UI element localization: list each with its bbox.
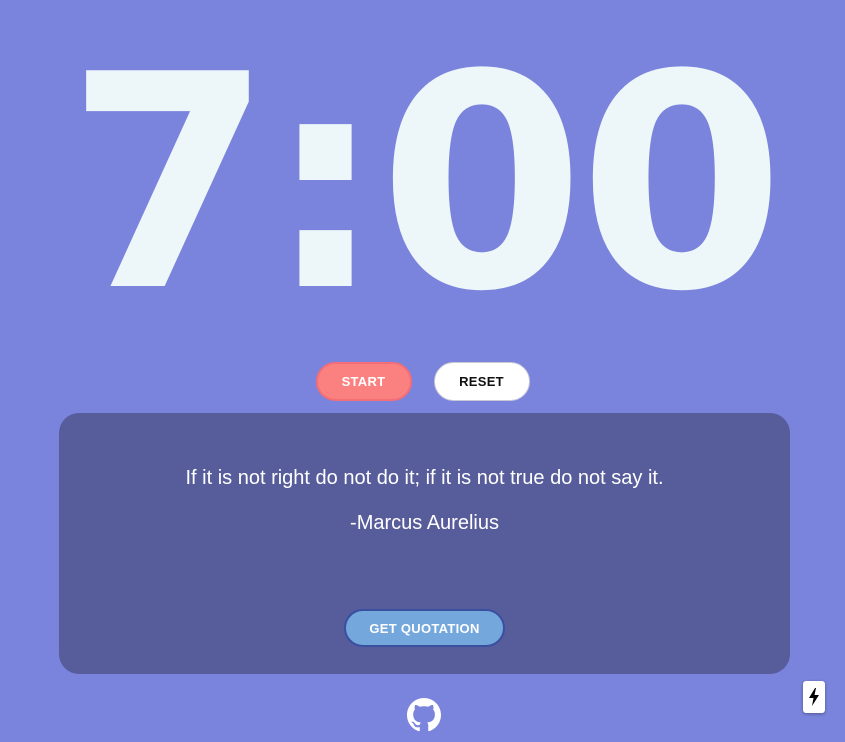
get-quotation-button[interactable]: GET QUOTATION <box>344 609 505 647</box>
quote-author: -Marcus Aurelius <box>350 512 499 534</box>
lightning-badge[interactable] <box>803 681 825 713</box>
lightning-icon <box>809 688 819 706</box>
reset-button[interactable]: RESET <box>433 362 530 401</box>
quote-text: If it is not right do not do it; if it i… <box>185 467 664 489</box>
start-button[interactable]: START <box>315 362 412 401</box>
timer-controls: START RESET <box>0 362 845 401</box>
github-icon[interactable] <box>407 698 441 732</box>
timer-display: 7:00 <box>66 11 784 356</box>
quote-card: If it is not right do not do it; if it i… <box>59 413 790 674</box>
